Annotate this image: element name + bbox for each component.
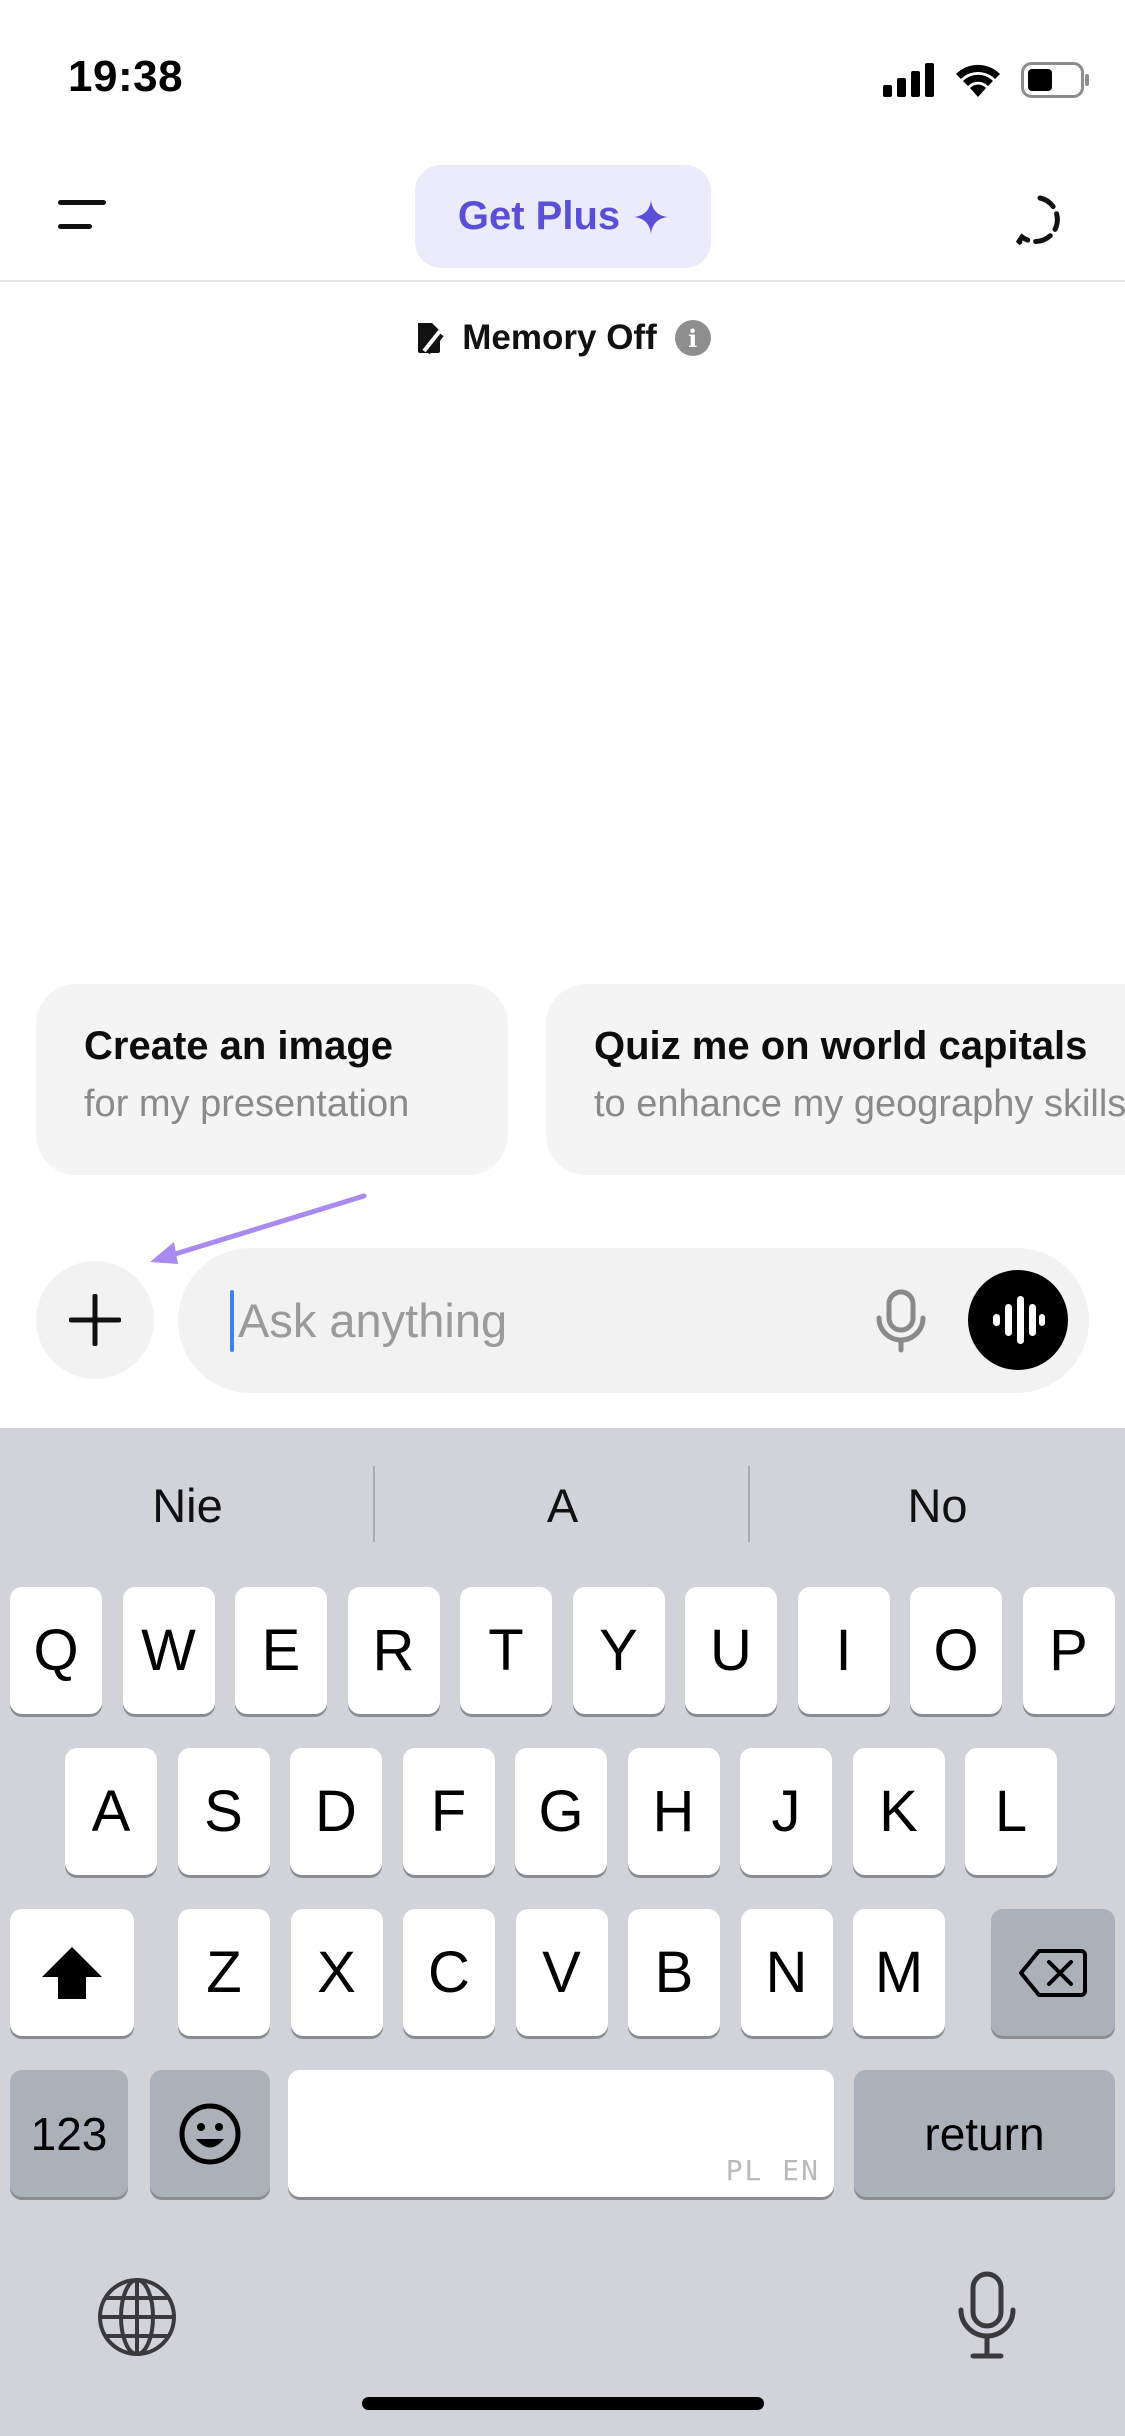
message-composer — [178, 1248, 1089, 1393]
key-n[interactable]: N — [740, 1909, 833, 2036]
signal-icon — [883, 63, 934, 97]
key-t[interactable]: T — [460, 1587, 552, 1714]
dictation-microphone-icon[interactable] — [956, 2270, 1018, 2367]
suggestion-card[interactable]: Create an image for my presentation — [36, 984, 508, 1175]
suggestion-title: Create an image — [84, 1024, 394, 1068]
keyboard-suggestions: Nie A No — [0, 1428, 1125, 1583]
key-v[interactable]: V — [515, 1909, 608, 2036]
key-e[interactable]: E — [235, 1587, 327, 1714]
memory-off-icon — [418, 323, 444, 355]
suggestion-subtitle: to enhance my geography skills — [594, 1083, 1125, 1125]
memory-label: Memory Off — [462, 318, 657, 357]
key-w[interactable]: W — [122, 1587, 215, 1714]
keyboard-suggestion[interactable]: A — [375, 1428, 750, 1583]
space-key[interactable]: PL EN — [288, 2070, 834, 2197]
keyboard-suggestion[interactable]: Nie — [0, 1428, 375, 1583]
key-c[interactable]: C — [403, 1909, 495, 2036]
memory-status[interactable]: Memory Off i — [0, 318, 1125, 358]
key-d[interactable]: D — [290, 1748, 382, 1875]
key-g[interactable]: G — [515, 1748, 607, 1875]
suggestion-title: Quiz me on world capitals — [594, 1024, 1088, 1068]
shift-key[interactable] — [10, 1909, 134, 2036]
numbers-key[interactable]: 123 — [10, 2070, 128, 2197]
battery-icon — [1021, 62, 1089, 98]
emoji-key[interactable] — [150, 2070, 270, 2197]
key-l[interactable]: L — [965, 1748, 1057, 1875]
key-s[interactable]: S — [177, 1748, 270, 1875]
suggestion-card[interactable]: Quiz me on world capitals to enhance my … — [546, 984, 1125, 1175]
key-b[interactable]: B — [628, 1909, 720, 2036]
emoji-icon — [179, 2103, 241, 2164]
key-k[interactable]: K — [852, 1748, 945, 1875]
return-key[interactable]: return — [854, 2070, 1115, 2197]
sparkle-icon — [634, 199, 669, 234]
divider — [373, 1466, 375, 1542]
voice-mode-icon — [993, 1296, 1045, 1344]
message-input[interactable] — [238, 1248, 798, 1393]
key-a[interactable]: A — [65, 1748, 157, 1875]
top-navigation-bar: Get Plus — [0, 150, 1125, 282]
text-cursor — [230, 1290, 234, 1352]
key-j[interactable]: J — [740, 1748, 832, 1875]
get-plus-label: Get Plus — [457, 194, 621, 238]
info-icon[interactable]: i — [674, 320, 711, 356]
suggestion-subtitle: for my presentation — [84, 1083, 410, 1125]
key-r[interactable]: R — [347, 1587, 440, 1714]
get-plus-button[interactable]: Get Plus — [415, 165, 711, 268]
temporary-chat-icon[interactable] — [1010, 190, 1070, 250]
voice-mode-button[interactable] — [968, 1270, 1068, 1370]
key-p[interactable]: P — [1022, 1587, 1115, 1714]
microphone-icon[interactable] — [868, 1288, 934, 1354]
add-attachment-button[interactable] — [36, 1261, 154, 1379]
delete-icon — [1019, 1948, 1087, 1997]
key-x[interactable]: X — [290, 1909, 383, 2036]
status-bar: 19:38 — [0, 0, 1125, 150]
status-icons — [883, 62, 1091, 98]
key-y[interactable]: Y — [572, 1587, 665, 1714]
key-h[interactable]: H — [627, 1748, 720, 1875]
key-u[interactable]: U — [685, 1587, 777, 1714]
keyboard-language-tag: PL EN — [725, 2154, 820, 2187]
wifi-icon — [956, 64, 1000, 97]
shift-icon — [42, 1946, 102, 1999]
key-f[interactable]: F — [402, 1748, 495, 1875]
hamburger-menu-icon[interactable] — [52, 196, 112, 236]
suggestion-cards: Create an image for my presentation Quiz… — [36, 984, 1125, 1175]
divider — [748, 1466, 750, 1542]
globe-icon[interactable] — [96, 2276, 178, 2363]
key-i[interactable]: I — [797, 1587, 890, 1714]
home-indicator — [362, 2397, 764, 2410]
key-q[interactable]: Q — [10, 1587, 102, 1714]
keyboard-suggestion[interactable]: No — [750, 1428, 1125, 1583]
plus-icon — [69, 1294, 121, 1346]
status-time: 19:38 — [68, 52, 184, 101]
delete-key[interactable] — [991, 1909, 1115, 2036]
key-o[interactable]: O — [910, 1587, 1002, 1714]
key-z[interactable]: Z — [178, 1909, 270, 2036]
key-m[interactable]: M — [853, 1909, 945, 2036]
